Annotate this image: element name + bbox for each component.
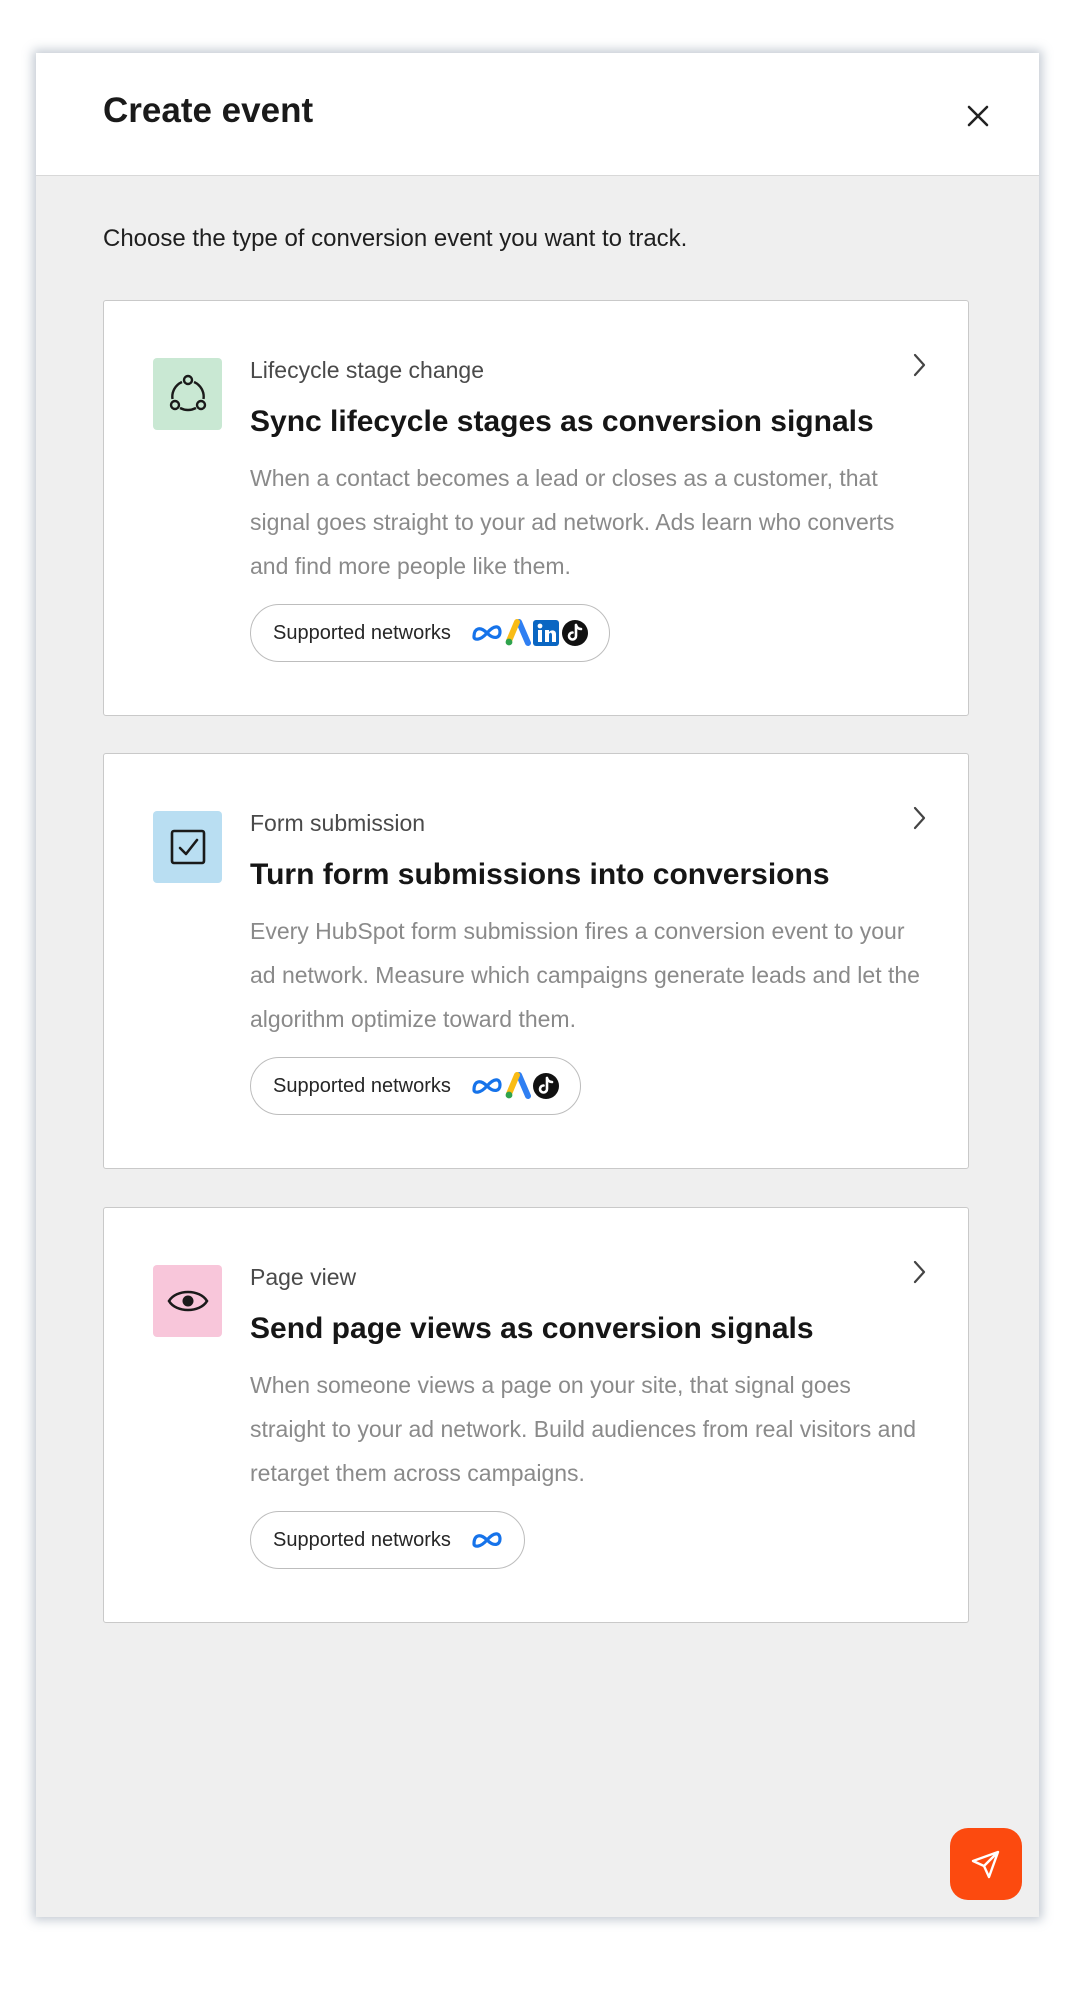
event-card-page-view[interactable]: Page view Send page views as conversion … (103, 1207, 969, 1623)
card-description: Every HubSpot form submission fires a co… (250, 918, 920, 1032)
card-heading: Turn form submissions into conversions (250, 858, 830, 891)
supported-networks-label: Supported networks (273, 1074, 451, 1097)
chevron-right-icon (913, 806, 926, 830)
event-card-lifecycle[interactable]: Lifecycle stage change Sync lifecycle st… (103, 300, 969, 716)
card-description: When a contact becomes a lead or closes … (250, 465, 895, 579)
eye-icon (166, 1290, 209, 1312)
linkedin-icon (532, 619, 560, 647)
meta-icon (470, 1529, 504, 1551)
card-heading: Send page views as conversion signals (250, 1312, 814, 1345)
meta-icon (470, 622, 504, 644)
card-kicker: Page view (250, 1264, 357, 1290)
send-icon (971, 1850, 1000, 1879)
page-view-icon-tile (153, 1265, 222, 1337)
send-button[interactable] (950, 1828, 1022, 1900)
card-description: When someone views a page on your site, … (250, 1372, 917, 1486)
form-icon-tile (153, 811, 222, 883)
lifecycle-cycle-icon (169, 374, 206, 412)
intro-text: Choose the type of conversion event you … (103, 225, 688, 252)
supported-networks-pill: Supported networks (250, 604, 610, 662)
google-ads-icon (505, 1072, 531, 1100)
event-card-form-submission[interactable]: Form submission Turn form submissions in… (103, 753, 969, 1169)
page-title: Create event (103, 91, 314, 130)
chevron-right-icon (913, 1260, 926, 1284)
card-kicker: Form submission (250, 810, 426, 836)
meta-icon (470, 1075, 504, 1097)
supported-networks-pill: Supported networks (250, 1511, 525, 1569)
google-ads-icon (505, 619, 531, 647)
lifecycle-icon-tile (153, 358, 222, 430)
create-event-panel: Create event Choose the type of conversi… (36, 53, 1039, 1917)
card-heading: Sync lifecycle stages as conversion sign… (250, 405, 874, 438)
card-kicker: Lifecycle stage change (250, 357, 484, 383)
supported-networks-pill: Supported networks (250, 1057, 581, 1115)
tiktok-icon (532, 1072, 560, 1100)
close-icon[interactable] (960, 98, 996, 134)
chevron-right-icon (913, 353, 926, 377)
checkbox-icon (170, 829, 205, 865)
panel-header: Create event (36, 53, 1039, 176)
supported-networks-label: Supported networks (273, 621, 451, 644)
tiktok-icon (561, 619, 589, 647)
supported-networks-label: Supported networks (273, 1528, 451, 1551)
